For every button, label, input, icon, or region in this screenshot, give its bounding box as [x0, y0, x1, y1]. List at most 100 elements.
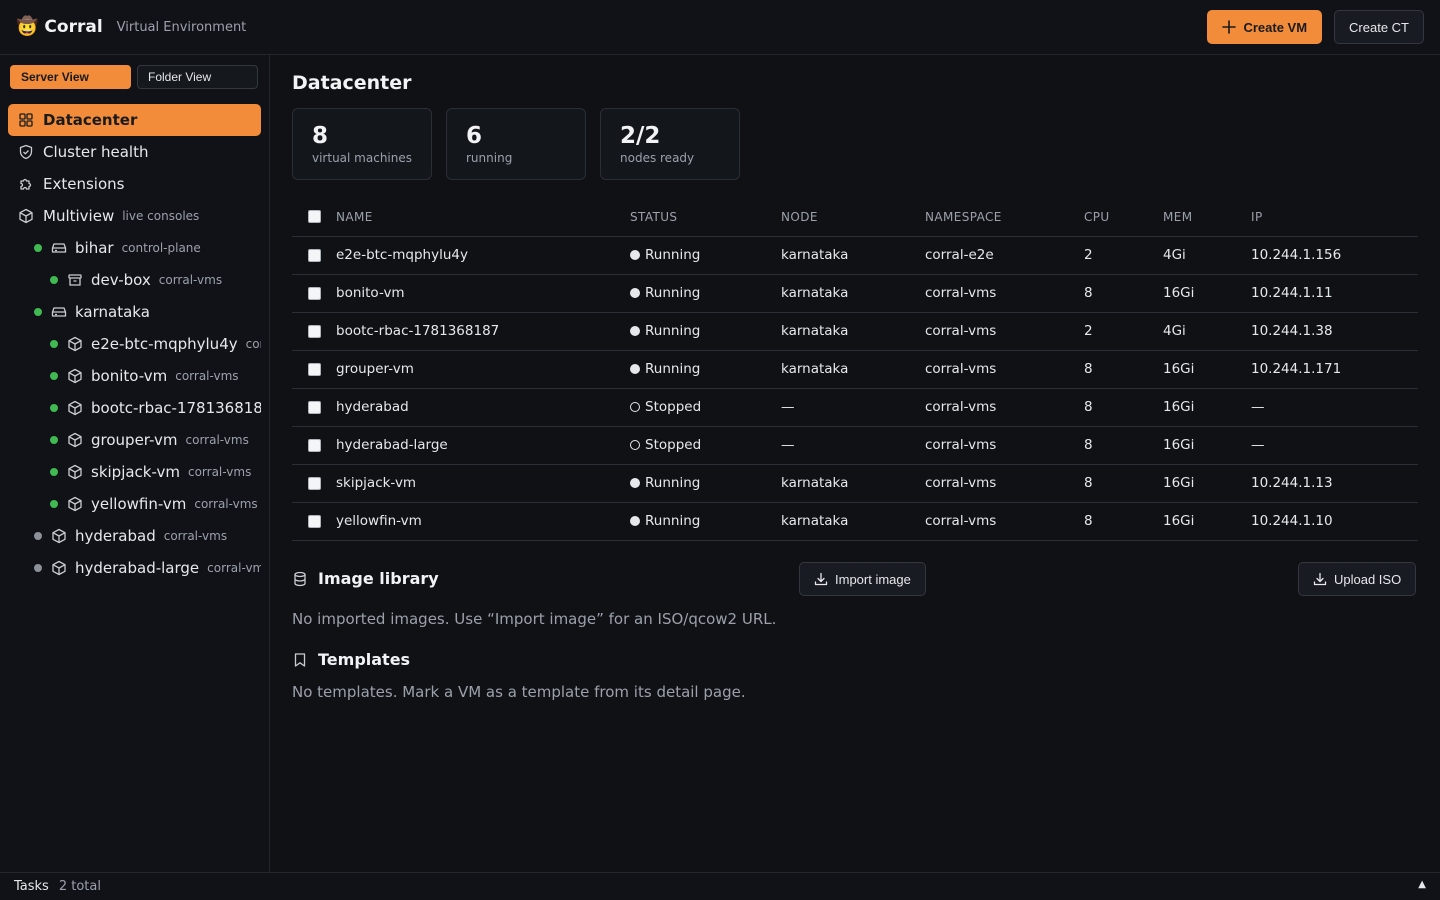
image-library-empty: No imported images. Use “Import image” f…: [292, 610, 777, 628]
cell-name[interactable]: bonito-vm: [336, 274, 630, 313]
row-checkbox[interactable]: [308, 362, 321, 376]
tree-node-karnataka[interactable]: karnataka: [0, 296, 261, 328]
cell-ip: 10.244.1.13: [1251, 464, 1418, 503]
row-checkbox-cell: [292, 464, 336, 503]
tree-node-skipjack-vm[interactable]: skipjack-vm corral-vms: [0, 456, 261, 488]
cube-icon: [51, 560, 67, 576]
cell-namespace: corral-e2e: [925, 236, 1084, 275]
image-library-title: Image library: [318, 569, 439, 588]
cell-node: —: [781, 426, 925, 465]
column-header-namespace[interactable]: NAMESPACE: [925, 198, 1084, 237]
select-all-cell: [292, 198, 336, 237]
templates-title: Templates: [318, 650, 411, 669]
sidebar-item-datacenter[interactable]: Datacenter: [8, 104, 261, 136]
status-text: Running: [645, 323, 701, 339]
templates-header: Templates: [292, 650, 410, 669]
cube-icon: [67, 368, 83, 384]
cell-name[interactable]: hyderabad: [336, 388, 630, 427]
templates-empty: No templates. Mark a VM as a template fr…: [292, 683, 746, 701]
server-icon: [51, 304, 67, 320]
cell-status: Running: [630, 312, 781, 351]
row-checkbox[interactable]: [308, 514, 321, 528]
server-view-button[interactable]: Server View: [10, 65, 131, 89]
cell-mem: 16Gi: [1163, 502, 1251, 541]
cell-name[interactable]: grouper-vm: [336, 350, 630, 389]
upload-iso-button[interactable]: Upload ISO: [1298, 562, 1417, 596]
brand[interactable]: 🤠 Corral Virtual Environment: [16, 17, 246, 37]
cell-node: karnataka: [781, 502, 925, 541]
cell-name[interactable]: e2e-btc-mqphylu4y: [336, 236, 630, 275]
row-checkbox[interactable]: [308, 324, 321, 338]
tree-node-bootc-rbac[interactable]: bootc-rbac-1781368187 corral-vms: [0, 392, 261, 424]
tree-meta: corral-vms: [175, 369, 239, 383]
sidebar-item-label: Multiview: [43, 207, 115, 225]
row-checkbox[interactable]: [308, 400, 321, 414]
cell-node: karnataka: [781, 236, 925, 275]
tree-meta: corral-vms: [163, 529, 228, 543]
tree-node-yellowfin-vm[interactable]: yellowfin-vm corral-vms: [0, 488, 261, 520]
row-checkbox[interactable]: [308, 286, 321, 300]
create-vm-button[interactable]: Create VM: [1207, 10, 1323, 44]
sidebar-item-extensions[interactable]: Extensions: [8, 168, 261, 200]
table-row[interactable]: bonito-vm Running karnataka corral-vms 8…: [292, 274, 1418, 313]
column-header-status[interactable]: STATUS: [630, 198, 781, 237]
status-text: Running: [645, 475, 701, 491]
row-checkbox[interactable]: [308, 438, 321, 452]
stat-card-running: 6 running: [446, 108, 586, 180]
tree-node-bihar[interactable]: bihar control-plane: [0, 232, 261, 264]
row-checkbox-cell: [292, 236, 336, 275]
cell-status: Running: [630, 350, 781, 389]
sidebar-item-cluster-health[interactable]: Cluster health: [8, 136, 261, 168]
download-icon: [1313, 572, 1327, 586]
table-row[interactable]: grouper-vm Running karnataka corral-vms …: [292, 350, 1418, 389]
column-header-node[interactable]: NODE: [781, 198, 925, 237]
tree-node-dev-box[interactable]: dev-box corral-vms: [0, 264, 261, 296]
row-checkbox[interactable]: [308, 248, 321, 262]
table-row[interactable]: e2e-btc-mqphylu4y Running karnataka corr…: [292, 236, 1418, 275]
tree-label: karnataka: [75, 303, 150, 321]
select-all-checkbox[interactable]: [308, 210, 321, 224]
table-row[interactable]: hyderabad Stopped — corral-vms 8 16Gi —: [292, 388, 1418, 427]
running-dot-icon: [630, 288, 640, 298]
vm-table: NAME STATUS NODE NAMESPACE CPU MEM IP e2…: [292, 198, 1418, 541]
cell-node: karnataka: [781, 274, 925, 313]
table-row[interactable]: hyderabad-large Stopped — corral-vms 8 1…: [292, 426, 1418, 465]
table-row[interactable]: skipjack-vm Running karnataka corral-vms…: [292, 464, 1418, 503]
folder-view-button[interactable]: Folder View: [137, 65, 258, 89]
column-header-mem[interactable]: MEM: [1163, 198, 1251, 237]
tasks-bar[interactable]: Tasks 2 total ▲: [0, 872, 1440, 900]
tree-node-bonito-vm[interactable]: bonito-vm corral-vms: [0, 360, 261, 392]
column-header-cpu[interactable]: CPU: [1084, 198, 1163, 237]
cell-status: Stopped: [630, 426, 781, 465]
status-text: Running: [645, 513, 701, 529]
tree-node-e2e-btc-mqphylu4y[interactable]: e2e-btc-mqphylu4y corral-e2e: [0, 328, 261, 360]
sidebar-item-label: Cluster health: [43, 143, 149, 161]
column-header-name[interactable]: NAME: [336, 198, 630, 237]
tree-node-grouper-vm[interactable]: grouper-vm corral-vms: [0, 424, 261, 456]
cell-namespace: corral-vms: [925, 388, 1084, 427]
cell-name[interactable]: skipjack-vm: [336, 464, 630, 503]
cell-cpu: 8: [1084, 274, 1163, 313]
sidebar-item-multiview[interactable]: Multiview live consoles: [8, 200, 261, 232]
cell-mem: 4Gi: [1163, 312, 1251, 351]
tree-node-hyderabad-large[interactable]: hyderabad-large corral-vms: [0, 552, 261, 584]
table-row[interactable]: yellowfin-vm Running karnataka corral-vm…: [292, 502, 1418, 541]
cell-node: karnataka: [781, 350, 925, 389]
cell-name[interactable]: hyderabad-large: [336, 426, 630, 465]
tree-node-hyderabad[interactable]: hyderabad corral-vms: [0, 520, 261, 552]
cell-ip: 10.244.1.38: [1251, 312, 1418, 351]
column-header-ip[interactable]: IP: [1251, 198, 1418, 237]
row-checkbox[interactable]: [308, 476, 321, 490]
import-image-button[interactable]: Import image: [799, 562, 926, 596]
sidebar-item-label: Datacenter: [43, 111, 138, 129]
cell-status: Stopped: [630, 388, 781, 427]
cell-name[interactable]: yellowfin-vm: [336, 502, 630, 541]
cell-name[interactable]: bootc-rbac-1781368187: [336, 312, 630, 351]
cube-icon: [51, 528, 67, 544]
status-dot: [50, 340, 58, 348]
table-row[interactable]: bootc-rbac-1781368187 Running karnataka …: [292, 312, 1418, 351]
create-ct-button[interactable]: Create CT: [1334, 10, 1424, 44]
caret-up-icon[interactable]: ▲: [1418, 879, 1426, 890]
tree-meta: corral-vms: [194, 497, 258, 511]
stat-label: nodes ready: [620, 151, 695, 165]
